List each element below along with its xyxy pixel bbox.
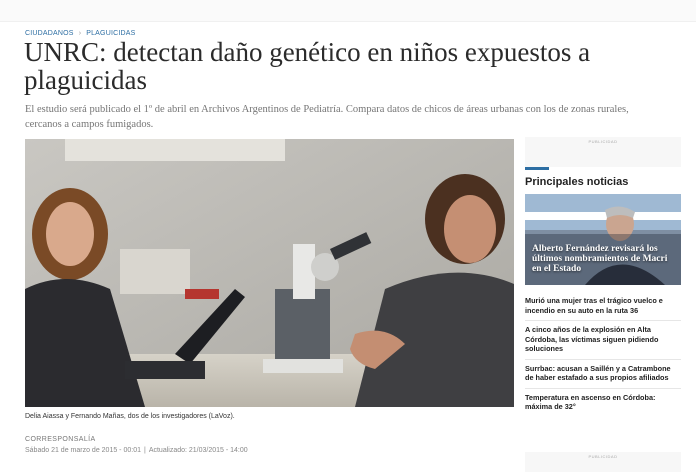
sidebar-title: Principales noticias xyxy=(525,176,629,188)
top-banner xyxy=(0,0,696,22)
breadcrumb-topic-link[interactable]: PLAGUICIDAS xyxy=(86,30,135,37)
published-date: Sábado 21 de marzo de 2015 - 00:01 xyxy=(25,447,141,454)
section-accent-bar xyxy=(525,167,549,170)
ad-label-bottom: PUBLICIDAD xyxy=(588,454,618,459)
featured-news-card[interactable]: Alberto Fernández revisará los últimos n… xyxy=(525,194,681,285)
featured-news-headline: Alberto Fernández revisará los últimos n… xyxy=(532,244,668,274)
article-summary: El estudio será publicado el 1º de abril… xyxy=(25,104,629,130)
article-dates: Sábado 21 de marzo de 2015 - 00:01 | Act… xyxy=(25,447,248,454)
breadcrumb: CIUDADANOS › PLAGUICIDAS xyxy=(25,30,136,37)
photo-caption: Delia Aiassa y Fernando Mañas, dos de lo… xyxy=(25,413,235,420)
news-item[interactable]: A cinco años de la explosión en Alta Cór… xyxy=(525,320,681,359)
top-news-list: Murió una mujer tras el trágico vuelco e… xyxy=(525,291,681,417)
ad-label: PUBLICIDAD xyxy=(588,139,618,144)
news-item[interactable]: Murió una mujer tras el trágico vuelco e… xyxy=(525,291,681,320)
lab-researchers-photo xyxy=(25,139,514,407)
chevron-right-icon: › xyxy=(78,30,82,37)
sidebar-ad-bottom[interactable]: PUBLICIDAD xyxy=(525,452,681,472)
byline: CORRESPONSALÍA xyxy=(25,436,96,443)
sidebar-ad[interactable]: PUBLICIDAD xyxy=(525,137,681,167)
article-photo[interactable] xyxy=(25,139,514,407)
breadcrumb-section-link[interactable]: CIUDADANOS xyxy=(25,30,74,37)
article-headline: UNRC: detectan daño genético en niños ex… xyxy=(24,37,591,95)
date-divider: | xyxy=(143,447,146,454)
news-item[interactable]: Surrbac: acusan a Saillén y a Catrambone… xyxy=(525,358,681,388)
updated-date: Actualizado: 21/03/2015 - 14:00 xyxy=(148,447,248,454)
news-item[interactable]: Temperatura en ascenso en Córdoba: máxim… xyxy=(525,387,681,417)
